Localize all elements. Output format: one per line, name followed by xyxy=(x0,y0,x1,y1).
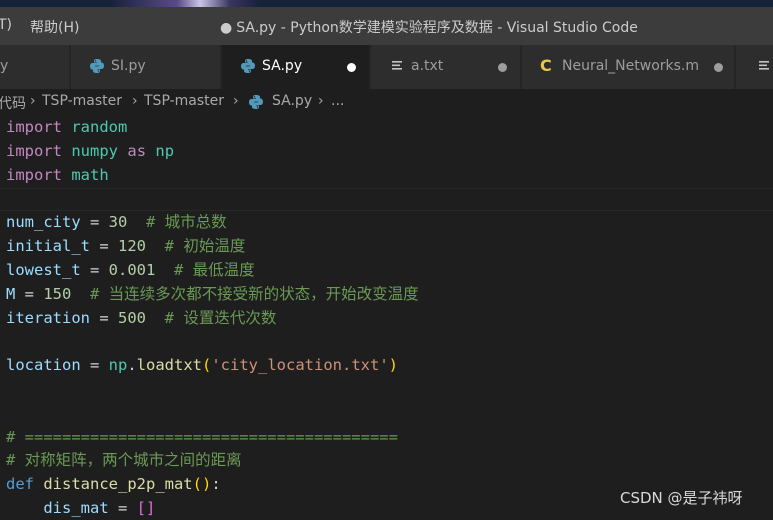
code-line: lowest_t = 0.001 # 最低温度 xyxy=(6,261,255,279)
code-line: import random xyxy=(6,118,128,136)
breadcrumb: 代码 › TSP-master › TSP-master › SA.py › .… xyxy=(0,89,773,115)
chevron-right-icon: › xyxy=(132,93,138,109)
code-line: M = 150 # 当连续多次都不接受新的状态，开始改变温度 xyxy=(6,285,419,303)
tab-label: y xyxy=(0,58,9,74)
csdn-watermark: CSDN @是子祎呀 xyxy=(620,489,743,507)
code-line: location = np.loadtxt('city_location.txt… xyxy=(6,356,398,374)
python-icon xyxy=(90,59,104,73)
python-icon xyxy=(249,95,263,109)
chevron-right-icon: › xyxy=(318,93,324,109)
code-line: num_city = 30 # 城市总数 xyxy=(6,213,227,231)
code-line: # 对称矩阵，两个城市之间的距离 xyxy=(6,451,242,469)
tab-label: SI.py xyxy=(111,58,146,74)
unsaved-dot-icon[interactable] xyxy=(714,63,723,72)
code-editor[interactable]: import random import numpy as np import … xyxy=(0,115,773,517)
wallpaper-strip xyxy=(110,0,260,7)
tab-label: Neural_Networks.m xyxy=(562,58,700,74)
breadcrumb-item[interactable]: SA.py xyxy=(272,93,312,109)
code-line: def distance_p2p_mat(): xyxy=(6,475,221,493)
code-line: import numpy as np xyxy=(6,142,175,160)
window-title: ● SA.py - Python数学建模实验程序及数据 - Visual Stud… xyxy=(220,17,638,37)
unsaved-dot-icon[interactable] xyxy=(498,63,507,72)
tab-a-txt[interactable]: a.txt xyxy=(371,45,521,89)
window-title-text: SA.py - Python数学建模实验程序及数据 - Visual Studi… xyxy=(236,20,638,36)
text-file-icon xyxy=(392,61,402,70)
breadcrumb-item[interactable]: ... xyxy=(331,93,344,109)
title-bar: T) 帮助(H) ● SA.py - Python数学建模实验程序及数据 - Vi… xyxy=(0,0,773,45)
chevron-right-icon: › xyxy=(233,93,239,109)
code-line: initial_t = 120 # 初始温度 xyxy=(6,237,246,255)
text-file-icon xyxy=(759,61,769,70)
code-line: dis_mat = [] xyxy=(43,499,156,517)
menu-item-help[interactable]: 帮助(H) xyxy=(30,17,79,37)
tab-label: SA.py xyxy=(262,58,303,74)
chevron-right-icon: › xyxy=(30,93,36,109)
tab-sa-py[interactable]: SA.py xyxy=(222,45,370,89)
tab-si-py[interactable]: SI.py xyxy=(71,45,221,89)
c-file-icon: C xyxy=(540,56,552,75)
breadcrumb-item[interactable]: 代码 xyxy=(0,93,26,113)
unsaved-dot-icon[interactable] xyxy=(347,63,356,72)
breadcrumb-item[interactable]: TSP-master xyxy=(42,93,122,109)
code-line: # ======================================… xyxy=(6,428,398,446)
editor-tab-bar: y SI.py SA.py a.txt C Neural_Networks.m xyxy=(0,45,773,89)
unsaved-dot: ● xyxy=(220,20,233,36)
tab-partial-right[interactable] xyxy=(736,45,773,89)
python-icon xyxy=(241,59,255,73)
breadcrumb-item[interactable]: TSP-master xyxy=(144,93,224,109)
tab-label: a.txt xyxy=(411,58,444,74)
tab-neural-networks[interactable]: C Neural_Networks.m xyxy=(522,45,735,89)
tab-partial[interactable]: y xyxy=(0,45,70,89)
code-line: iteration = 500 # 设置迭代次数 xyxy=(6,309,277,327)
current-line-highlight xyxy=(0,188,773,211)
menu-item-partial[interactable]: T) xyxy=(0,17,12,33)
code-line: import math xyxy=(6,166,109,184)
